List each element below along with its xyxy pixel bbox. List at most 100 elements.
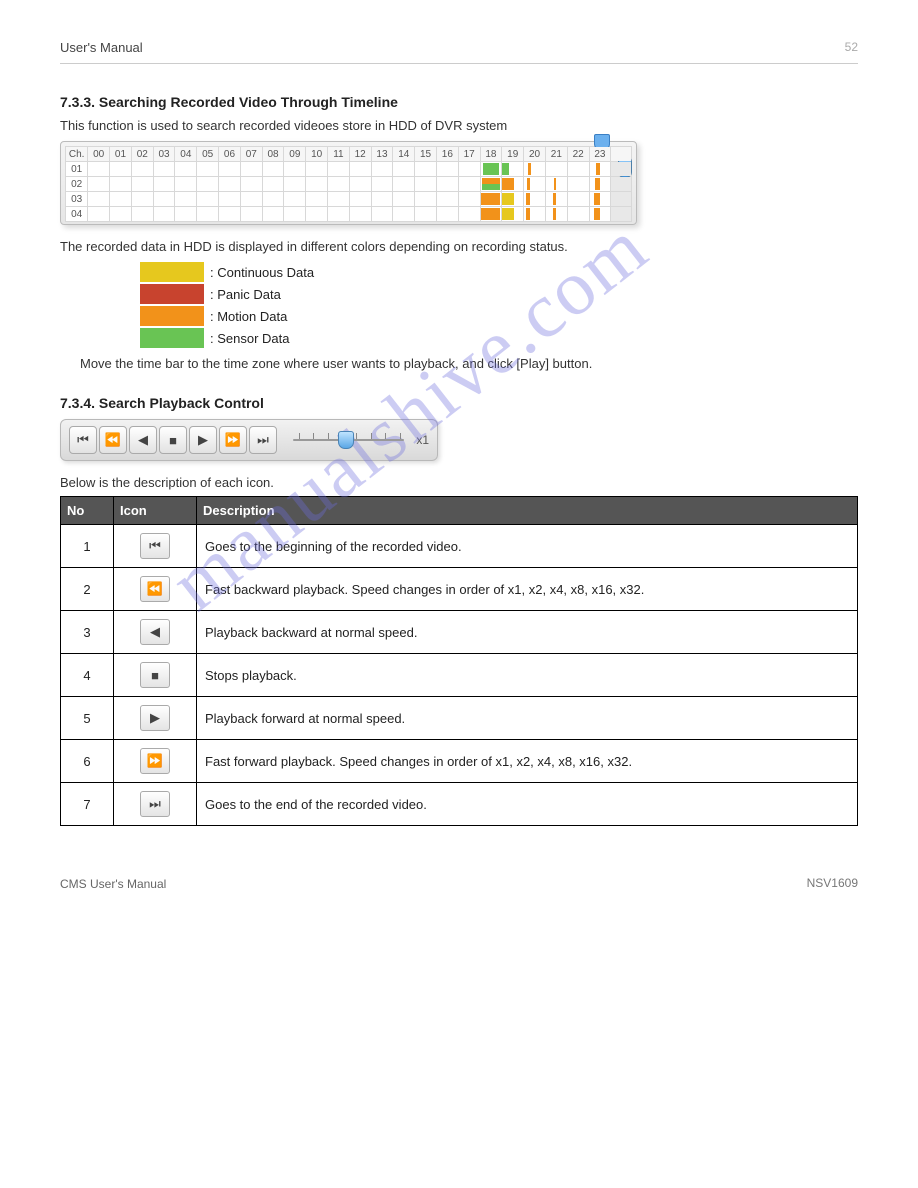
cell-ch04-h08[interactable] xyxy=(262,207,284,222)
cell-ch02-h11[interactable] xyxy=(328,177,350,192)
cell-ch02-h05[interactable] xyxy=(197,177,219,192)
cell-ch02-h14[interactable] xyxy=(393,177,415,192)
cell-ch01-h00[interactable] xyxy=(88,162,110,177)
cell-ch04-h19[interactable] xyxy=(502,207,524,222)
cell-ch04-h16[interactable] xyxy=(436,207,458,222)
cell-ch03-h09[interactable] xyxy=(284,192,306,207)
cell-ch01-h09[interactable] xyxy=(284,162,306,177)
cell-ch03-h18[interactable] xyxy=(480,192,502,207)
cell-ch01-h14[interactable] xyxy=(393,162,415,177)
cell-ch04-h17[interactable] xyxy=(458,207,480,222)
cell-ch03-h16[interactable] xyxy=(436,192,458,207)
cell-ch03-h01[interactable] xyxy=(110,192,132,207)
cell-ch02-h00[interactable] xyxy=(88,177,110,192)
cell-ch04-h11[interactable] xyxy=(328,207,350,222)
cell-ch02-h19[interactable] xyxy=(502,177,524,192)
cell-ch02-h12[interactable] xyxy=(349,177,371,192)
cell-ch01-h12[interactable] xyxy=(349,162,371,177)
cell-ch03-h06[interactable] xyxy=(219,192,241,207)
cell-ch03-h03[interactable] xyxy=(153,192,175,207)
cell-ch01-h03[interactable] xyxy=(153,162,175,177)
cell-ch03-h12[interactable] xyxy=(349,192,371,207)
cell-ch04-h20[interactable] xyxy=(524,207,546,222)
cell-ch02-h17[interactable] xyxy=(458,177,480,192)
cell-ch02-h09[interactable] xyxy=(284,177,306,192)
play-button[interactable]: ▶ xyxy=(189,426,217,454)
speed-slider[interactable] xyxy=(293,431,404,449)
cell-ch02-h13[interactable] xyxy=(371,177,393,192)
goto-end-button[interactable]: ⏭ xyxy=(249,426,277,454)
cell-ch04-h22[interactable] xyxy=(567,207,589,222)
cell-ch04-h00[interactable] xyxy=(88,207,110,222)
cell-ch01-h19[interactable] xyxy=(502,162,524,177)
cell-ch01-h11[interactable] xyxy=(328,162,350,177)
cell-ch03-h07[interactable] xyxy=(240,192,262,207)
cell-ch03-h05[interactable] xyxy=(197,192,219,207)
cell-ch04-h07[interactable] xyxy=(240,207,262,222)
cell-ch02-h21[interactable] xyxy=(545,177,567,192)
cell-ch01-h17[interactable] xyxy=(458,162,480,177)
cell-ch04-h04[interactable] xyxy=(175,207,197,222)
cell-ch02-h16[interactable] xyxy=(436,177,458,192)
cell-ch04-h18[interactable] xyxy=(480,207,502,222)
cell-ch03-h20[interactable] xyxy=(524,192,546,207)
cell-ch02-h01[interactable] xyxy=(110,177,132,192)
cell-ch03-h23[interactable] xyxy=(589,192,611,207)
cell-ch04-h15[interactable] xyxy=(415,207,437,222)
cell-ch02-h20[interactable] xyxy=(524,177,546,192)
cell-ch04-h12[interactable] xyxy=(349,207,371,222)
cell-ch01-h22[interactable] xyxy=(567,162,589,177)
cell-ch01-h21[interactable] xyxy=(545,162,567,177)
cell-ch02-h06[interactable] xyxy=(219,177,241,192)
cell-ch03-h04[interactable] xyxy=(175,192,197,207)
cell-ch02-h08[interactable] xyxy=(262,177,284,192)
goto-start-button[interactable]: ⏮ xyxy=(69,426,97,454)
cell-ch01-h08[interactable] xyxy=(262,162,284,177)
fast-forward-button[interactable]: ⏩ xyxy=(219,426,247,454)
cell-ch02-h07[interactable] xyxy=(240,177,262,192)
cell-ch01-h13[interactable] xyxy=(371,162,393,177)
cell-ch01-h07[interactable] xyxy=(240,162,262,177)
cell-ch01-h06[interactable] xyxy=(219,162,241,177)
cell-ch01-h05[interactable] xyxy=(197,162,219,177)
cell-ch04-h01[interactable] xyxy=(110,207,132,222)
cell-ch04-h23[interactable] xyxy=(589,207,611,222)
cell-ch04-h05[interactable] xyxy=(197,207,219,222)
fast-rewind-button[interactable]: ⏪ xyxy=(99,426,127,454)
cell-ch03-h00[interactable] xyxy=(88,192,110,207)
cell-ch03-h22[interactable] xyxy=(567,192,589,207)
cell-ch03-h15[interactable] xyxy=(415,192,437,207)
cell-ch04-h13[interactable] xyxy=(371,207,393,222)
cell-ch03-h02[interactable] xyxy=(131,192,153,207)
cell-ch03-h11[interactable] xyxy=(328,192,350,207)
cell-ch02-h22[interactable] xyxy=(567,177,589,192)
cell-ch02-h15[interactable] xyxy=(415,177,437,192)
cell-ch02-h10[interactable] xyxy=(306,177,328,192)
cell-ch03-h19[interactable] xyxy=(502,192,524,207)
cell-ch01-h23[interactable] xyxy=(589,162,611,177)
cell-ch03-h13[interactable] xyxy=(371,192,393,207)
slider-handle-icon[interactable] xyxy=(338,431,354,449)
cell-ch02-h02[interactable] xyxy=(131,177,153,192)
cell-ch02-h18[interactable] xyxy=(480,177,502,192)
cell-ch01-h20[interactable] xyxy=(524,162,546,177)
cell-ch04-h06[interactable] xyxy=(219,207,241,222)
cell-ch01-h10[interactable] xyxy=(306,162,328,177)
cell-ch04-h02[interactable] xyxy=(131,207,153,222)
cell-ch02-h04[interactable] xyxy=(175,177,197,192)
cell-ch03-h10[interactable] xyxy=(306,192,328,207)
cell-ch02-h23[interactable] xyxy=(589,177,611,192)
cell-ch03-h17[interactable] xyxy=(458,192,480,207)
cell-ch03-h21[interactable] xyxy=(545,192,567,207)
timeline-widget[interactable]: Ch.0001020304050607080910111213141516171… xyxy=(60,141,637,225)
cell-ch02-h03[interactable] xyxy=(153,177,175,192)
cell-ch03-h08[interactable] xyxy=(262,192,284,207)
play-back-button[interactable]: ◀ xyxy=(129,426,157,454)
stop-button[interactable]: ■ xyxy=(159,426,187,454)
cell-ch01-h18[interactable] xyxy=(480,162,502,177)
cell-ch01-h01[interactable] xyxy=(110,162,132,177)
cell-ch03-h14[interactable] xyxy=(393,192,415,207)
cell-ch04-h21[interactable] xyxy=(545,207,567,222)
cell-ch01-h04[interactable] xyxy=(175,162,197,177)
cell-ch01-h02[interactable] xyxy=(131,162,153,177)
